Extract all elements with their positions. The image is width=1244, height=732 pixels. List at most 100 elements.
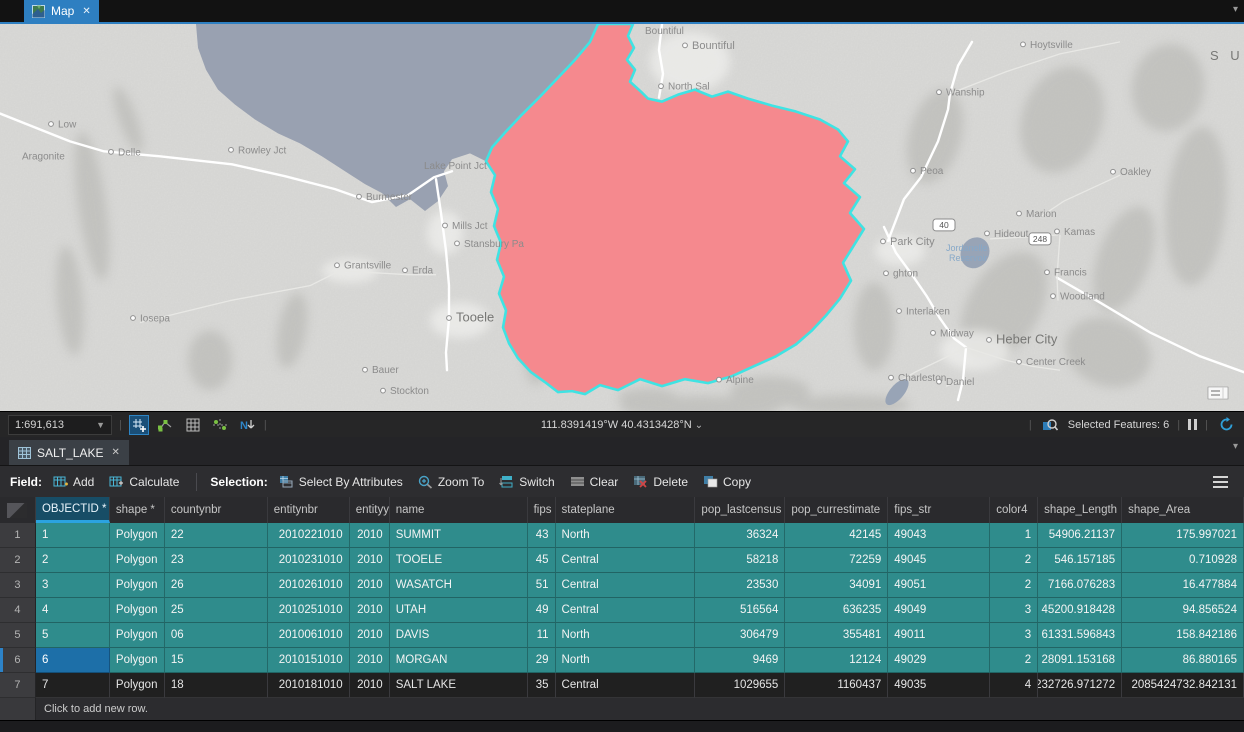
cell-color4[interactable]: 3	[990, 623, 1038, 648]
cell-fips-str[interactable]: 49035	[888, 673, 990, 698]
cell-shape-area[interactable]: 175.997021	[1122, 523, 1244, 548]
cell-pop-lastcensus[interactable]: 516564	[695, 598, 785, 623]
cell-stateplane[interactable]: Central	[556, 598, 696, 623]
row-number[interactable]: 4	[0, 598, 36, 623]
selected-features-count[interactable]: Selected Features: 6	[1068, 419, 1170, 431]
cell-pop-lastcensus[interactable]: 306479	[695, 623, 785, 648]
edit-vertices-icon[interactable]	[156, 415, 176, 435]
column-header-stateplane[interactable]: stateplane	[556, 497, 696, 523]
select-by-attributes-button[interactable]: Select By Attributes	[275, 473, 407, 491]
cell-color4[interactable]: 2	[990, 648, 1038, 673]
cell-pop-currestimate[interactable]: 72259	[785, 548, 888, 573]
cell-entitynbr[interactable]: 2010221010	[268, 523, 350, 548]
row-number[interactable]: 1	[0, 523, 36, 548]
cell-objectid[interactable]: 4	[36, 598, 110, 623]
table-row[interactable]: 44Polygon2520102510102010UTAH49Central51…	[0, 598, 1244, 623]
cell-shape[interactable]: Polygon	[110, 548, 165, 573]
row-number[interactable]: 5	[0, 623, 36, 648]
table-row[interactable]: 66Polygon1520101510102010MORGAN29North94…	[0, 648, 1244, 673]
cell-shape-length[interactable]: 7166.076283	[1038, 573, 1122, 598]
cell-stateplane[interactable]: North	[556, 648, 696, 673]
cell-name[interactable]: TOOELE	[390, 548, 528, 573]
cell-fips-str[interactable]: 49051	[888, 573, 990, 598]
zoom-to-button[interactable]: Zoom To	[414, 473, 488, 491]
explore-selection-icon[interactable]	[1040, 415, 1060, 435]
calculate-field-button[interactable]: Calculate	[105, 473, 183, 491]
cell-stateplane[interactable]: North	[556, 523, 696, 548]
cell-objectid[interactable]: 2	[36, 548, 110, 573]
hidden-tabs-caret-icon[interactable]: ▾	[1233, 441, 1238, 452]
column-header-objectid[interactable]: OBJECTID *	[36, 497, 110, 523]
map-scale-combo[interactable]: 1:691,613 ▼	[8, 415, 112, 435]
close-icon[interactable]: ✕	[111, 447, 119, 458]
table-bottom-scrollbar[interactable]	[0, 720, 1244, 732]
cell-shape[interactable]: Polygon	[110, 573, 165, 598]
column-header-name[interactable]: name	[390, 497, 528, 523]
cell-color4[interactable]: 4	[990, 673, 1038, 698]
cell-entityyr[interactable]: 2010	[350, 623, 390, 648]
cell-stateplane[interactable]: North	[556, 623, 696, 648]
cell-stateplane[interactable]: Central	[556, 573, 696, 598]
cell-pop-currestimate[interactable]: 12124	[785, 648, 888, 673]
column-header-fips-str[interactable]: fips_str	[888, 497, 990, 523]
coordinates-caret-icon[interactable]: ⌄	[695, 420, 703, 431]
cell-fips-str[interactable]: 49011	[888, 623, 990, 648]
cell-color4[interactable]: 2	[990, 548, 1038, 573]
cell-color4[interactable]: 2	[990, 573, 1038, 598]
table-row[interactable]: 33Polygon2620102610102010WASATCH51Centra…	[0, 573, 1244, 598]
pause-drawing-icon[interactable]	[1188, 419, 1197, 430]
snapping-toggle-icon[interactable]	[129, 415, 149, 435]
cell-entitynbr[interactable]: 2010061010	[268, 623, 350, 648]
column-header-fips[interactable]: fips	[528, 497, 556, 523]
cell-shape-length[interactable]: 45200.918428	[1038, 598, 1122, 623]
cell-countynbr[interactable]: 22	[165, 523, 268, 548]
cell-pop-lastcensus[interactable]: 58218	[695, 548, 785, 573]
add-new-row[interactable]: Click to add new row.	[0, 698, 1244, 720]
cell-shape-area[interactable]: 86.880165	[1122, 648, 1244, 673]
cell-name[interactable]: SUMMIT	[390, 523, 528, 548]
cell-pop-lastcensus[interactable]: 36324	[695, 523, 785, 548]
close-icon[interactable]: ✕	[82, 6, 90, 17]
cell-color4[interactable]: 3	[990, 598, 1038, 623]
cell-shape-area[interactable]: 2085424732.842131	[1122, 673, 1244, 698]
column-header-pop-currestimate[interactable]: pop_currestimate	[785, 497, 888, 523]
cell-name[interactable]: WASATCH	[390, 573, 528, 598]
switch-selection-button[interactable]: Switch	[495, 473, 558, 491]
copy-button[interactable]: Copy	[699, 473, 755, 491]
row-number[interactable]: 6	[0, 648, 36, 673]
select-all-corner[interactable]	[0, 497, 36, 523]
table-options-menu-icon[interactable]	[1213, 476, 1234, 488]
cell-fips[interactable]: 35	[528, 673, 556, 698]
cell-fips-str[interactable]: 49029	[888, 648, 990, 673]
cell-pop-currestimate[interactable]: 636235	[785, 598, 888, 623]
cell-pop-lastcensus[interactable]: 1029655	[695, 673, 785, 698]
cell-pop-lastcensus[interactable]: 9469	[695, 648, 785, 673]
cell-objectid[interactable]: 3	[36, 573, 110, 598]
cell-name[interactable]: UTAH	[390, 598, 528, 623]
column-header-shape-area[interactable]: shape_Area	[1122, 497, 1244, 523]
cell-entityyr[interactable]: 2010	[350, 523, 390, 548]
cell-fips-str[interactable]: 49045	[888, 548, 990, 573]
refresh-icon[interactable]	[1216, 415, 1236, 435]
cell-entitynbr[interactable]: 2010231010	[268, 548, 350, 573]
tab-map[interactable]: Map ✕	[24, 0, 99, 22]
cell-name[interactable]: DAVIS	[390, 623, 528, 648]
cell-shape-length[interactable]: 232726.971272	[1038, 673, 1122, 698]
cell-shape-length[interactable]: 546.157185	[1038, 548, 1122, 573]
cell-stateplane[interactable]: Central	[556, 673, 696, 698]
cell-fips[interactable]: 29	[528, 648, 556, 673]
column-header-pop-lastcensus[interactable]: pop_lastcensus	[695, 497, 785, 523]
column-header-entityyr[interactable]: entityyr	[350, 497, 390, 523]
tab-salt-lake-table[interactable]: SALT_LAKE ✕	[9, 440, 129, 465]
clear-selection-button[interactable]: Clear	[566, 473, 623, 491]
cell-fips-str[interactable]: 49049	[888, 598, 990, 623]
cell-fips-str[interactable]: 49043	[888, 523, 990, 548]
cell-name[interactable]: MORGAN	[390, 648, 528, 673]
ground-to-grid-icon[interactable]	[210, 415, 230, 435]
cell-shape-area[interactable]: 16.477884	[1122, 573, 1244, 598]
cell-stateplane[interactable]: Central	[556, 548, 696, 573]
cell-shape[interactable]: Polygon	[110, 598, 165, 623]
column-header-color4[interactable]: color4	[990, 497, 1038, 523]
cell-fips[interactable]: 43	[528, 523, 556, 548]
cell-entityyr[interactable]: 2010	[350, 598, 390, 623]
